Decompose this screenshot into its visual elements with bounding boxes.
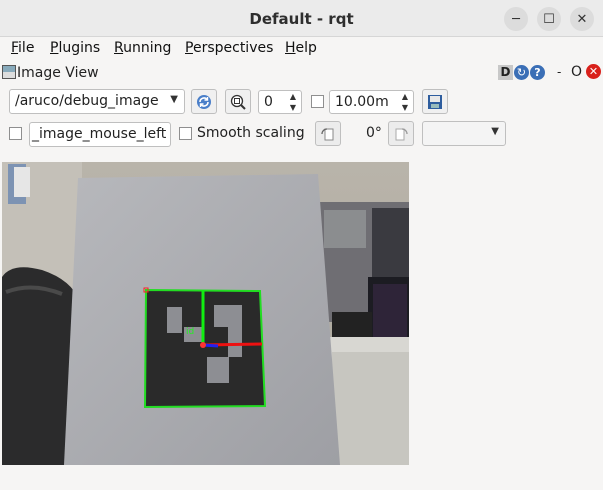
chevron-down-icon: ▼	[491, 126, 499, 137]
max-range-spinbox[interactable]: 10.00m ▲ ▼	[329, 90, 414, 114]
menu-plugins[interactable]: Plugins	[50, 40, 100, 56]
menu-file[interactable]: File	[11, 40, 34, 56]
spin-arrows-icon: ▲ ▼	[289, 92, 297, 112]
minimize-icon: ─	[512, 11, 520, 27]
menu-help[interactable]: Help	[285, 40, 317, 56]
refresh-topics-button[interactable]	[191, 89, 217, 114]
color-scheme-combo[interactable]: ▼	[422, 121, 506, 146]
max-range-value: 10.00m	[335, 94, 389, 110]
reload-plugin-icon[interactable]: ↻	[514, 65, 529, 80]
dock-title: Image View	[17, 65, 99, 81]
mouse-topic-input[interactable]: _image_mouse_left	[29, 122, 171, 147]
dock-titlebar: Image View D ↻ ? - O	[0, 62, 603, 84]
zoom-value: 0	[264, 94, 273, 110]
smooth-scaling-label: Smooth scaling	[197, 125, 305, 141]
close-button[interactable]: ✕	[570, 7, 594, 31]
rotate-right-button[interactable]	[388, 121, 414, 146]
image-view-icon	[2, 65, 16, 79]
camera-image[interactable]: id	[2, 162, 409, 465]
chevron-down-icon: ▼	[170, 94, 178, 105]
mouse-topic-value: _image_mouse_left	[32, 126, 167, 142]
rotation-label: 0°	[366, 125, 382, 141]
close-dock-icon[interactable]: ✕	[586, 64, 601, 79]
topic-value: /aruco/debug_image	[15, 93, 159, 109]
menu-running[interactable]: Running	[114, 40, 171, 56]
help-icon[interactable]: ?	[530, 65, 545, 80]
refresh-icon	[197, 94, 211, 109]
float-dock-button[interactable]: -	[557, 65, 561, 79]
dock-options-button[interactable]: O	[571, 64, 582, 80]
close-icon: ✕	[576, 11, 588, 27]
save-image-icon	[428, 94, 442, 109]
save-image-button[interactable]	[422, 89, 448, 114]
window-titlebar: Default - rqt ─ ☐ ✕	[0, 0, 603, 37]
maximize-icon: ☐	[543, 11, 555, 27]
menubar: File Plugins Running Perspectives Help	[0, 37, 603, 61]
zoom-fit-button[interactable]	[225, 89, 251, 114]
topic-combo[interactable]: /aruco/debug_image ▼	[9, 89, 185, 114]
zoom-fit-icon	[230, 94, 246, 110]
dynamic-range-checkbox[interactable]	[311, 95, 324, 108]
zoom-spinbox[interactable]: 0 ▲ ▼	[258, 90, 302, 114]
maximize-button[interactable]: ☐	[537, 7, 561, 31]
rotate-left-icon	[321, 127, 334, 140]
camera-image-drawing: id	[2, 162, 409, 465]
svg-text:id: id	[186, 327, 194, 337]
rotate-right-icon	[395, 127, 408, 140]
menu-perspectives[interactable]: Perspectives	[185, 40, 273, 56]
minimize-button[interactable]: ─	[504, 7, 528, 31]
mouse-publish-checkbox[interactable]	[9, 127, 22, 140]
smooth-scaling-checkbox[interactable]	[179, 127, 192, 140]
spin-arrows-icon: ▲ ▼	[401, 92, 409, 112]
dock-d-button[interactable]: D	[498, 65, 513, 80]
rotate-left-button[interactable]	[315, 121, 341, 146]
